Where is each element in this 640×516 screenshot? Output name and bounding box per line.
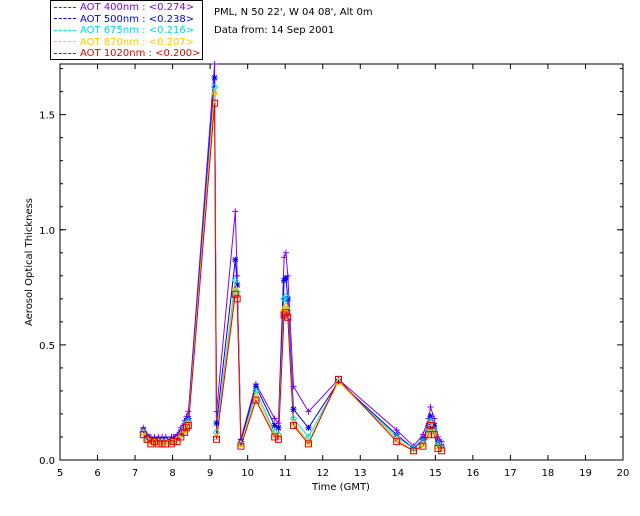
- y-axis-label: Aerosol Optical Thickness: [24, 198, 35, 326]
- y-tick-label: 1.5: [39, 111, 55, 122]
- star-marker: [232, 256, 239, 263]
- plus-marker: [427, 404, 434, 411]
- plot-frame: [59, 63, 624, 461]
- data-point: [232, 208, 239, 215]
- x-tick-label: 19: [579, 468, 592, 479]
- legend-swatch: [54, 41, 76, 42]
- location-text: PML, N 50 22', W 04 08', Alt 0m: [214, 7, 373, 18]
- legend-entry: AOT 870nm : <0.207>: [54, 37, 194, 49]
- chart-area: 5 6 7 8 9 10 11 12 13 14 15 16 17 18 19 20 0.0 0.5 1.0 1.5…: [0, 0, 640, 512]
- x-tick-label: 16: [466, 468, 479, 479]
- x-tick-label: 17: [504, 468, 517, 479]
- x-axis-label: Time (GMT): [311, 482, 370, 493]
- series-line-2: [142, 86, 443, 450]
- data-point: [213, 420, 220, 427]
- legend-swatch: [54, 18, 76, 19]
- star-marker: [305, 424, 312, 431]
- legend-label: AOT 500nm : <0.238>: [80, 13, 195, 25]
- legend: AOT 400nm : <0.274> AOT 500nm : <0.238> AO…: [50, 0, 203, 60]
- data-point: [427, 404, 434, 411]
- x-tick-label: 8: [169, 468, 175, 479]
- legend-label: AOT 870nm : <0.207>: [80, 36, 195, 48]
- legend-entry: AOT 400nm : <0.274>: [54, 2, 194, 14]
- data-point: [290, 406, 297, 413]
- star-marker: [282, 275, 289, 282]
- x-tick-label: 15: [429, 468, 442, 479]
- data-point: [211, 74, 218, 81]
- legend-swatch: [54, 52, 76, 54]
- star-marker: [211, 74, 218, 81]
- series-line-4: [142, 103, 442, 452]
- data-point: [282, 275, 289, 282]
- x-tick-label: 10: [241, 468, 254, 479]
- legend-entry: AOT 1020nm : <0.200>: [54, 48, 200, 60]
- x-tick-label: 14: [391, 468, 404, 479]
- legend-label: AOT 400nm : <0.274>: [80, 2, 195, 13]
- data-point: [232, 256, 239, 263]
- legend-swatch: [54, 6, 76, 8]
- legend-label: AOT 675nm : <0.216>: [80, 25, 195, 36]
- data-point: [275, 424, 282, 431]
- legend-entry: AOT 675nm : <0.216>: [54, 25, 194, 37]
- legend-entry: AOT 500nm : <0.238>: [54, 14, 194, 26]
- plus-marker: [211, 61, 218, 67]
- y-tick-label: 0.0: [39, 456, 55, 467]
- x-tick-label: 12: [316, 468, 329, 479]
- star-marker: [213, 420, 220, 427]
- x-tick-label: 18: [542, 468, 555, 479]
- y-tick-label: 1.0: [39, 226, 55, 237]
- y-tick-label: 0.5: [39, 341, 55, 352]
- x-tick-label: 20: [617, 468, 630, 479]
- aot-chart: 5 6 7 8 9 10 11 12 13 14 15 16 17 18 19 20 0.0 0.5 1.0 1.5…: [24, 61, 630, 493]
- star-marker: [275, 424, 282, 431]
- x-tick-label: 9: [207, 468, 213, 479]
- x-tick-label: 5: [57, 468, 63, 479]
- data-point: [305, 424, 312, 431]
- date-text: Data from: 14 Sep 2001: [214, 25, 335, 36]
- legend-swatch: [54, 29, 76, 31]
- series-lines: [142, 63, 443, 452]
- x-tick-label: 7: [132, 468, 138, 479]
- x-axis: 5 6 7 8 9 10 11 12 13 14 15 16 17 18 19 20: [57, 64, 630, 479]
- x-tick-label: 13: [354, 468, 367, 479]
- legend-label: AOT 1020nm : <0.200>: [80, 48, 201, 59]
- star-marker: [290, 406, 297, 413]
- data-point: [211, 61, 218, 67]
- x-tick-label: 6: [94, 468, 100, 479]
- y-axis: 0.0 0.5 1.0 1.5: [39, 68, 623, 467]
- x-tick-label: 11: [279, 468, 292, 479]
- series-line-3: [142, 91, 442, 452]
- plus-marker: [232, 208, 239, 215]
